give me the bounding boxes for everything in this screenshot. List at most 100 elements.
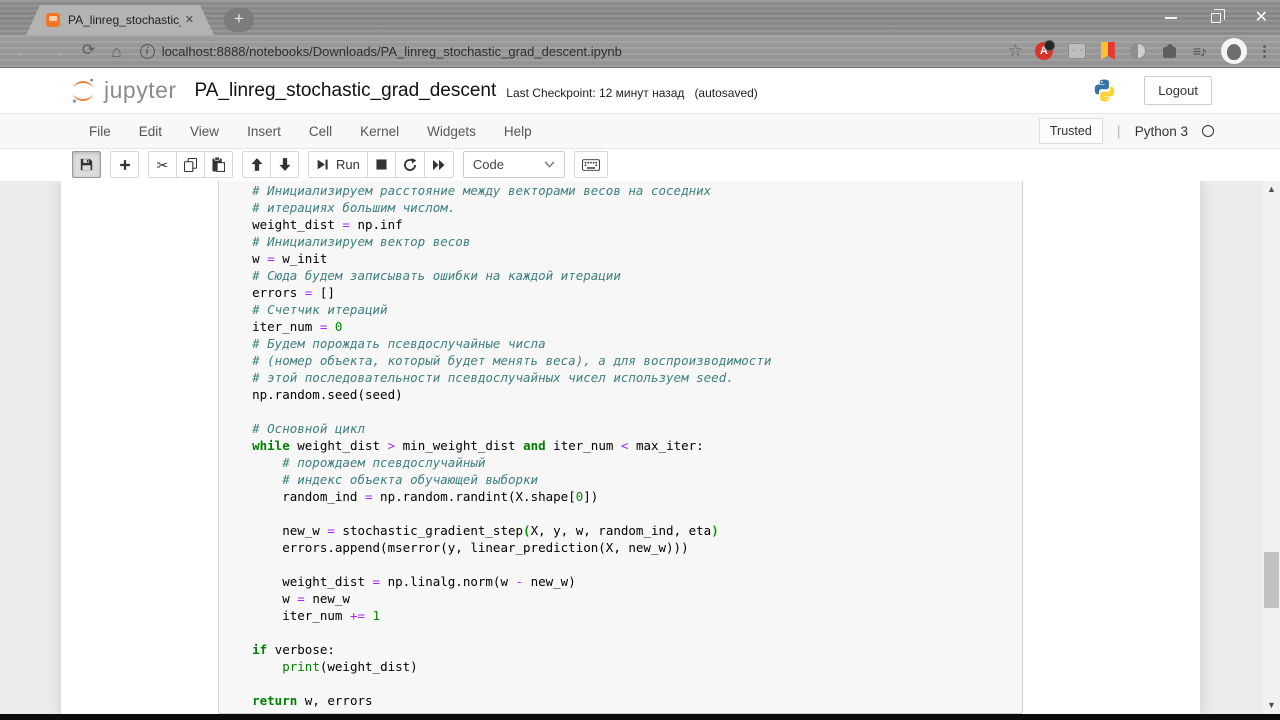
code-line[interactable] <box>222 556 1018 573</box>
code-line[interactable]: w = w_init <box>222 250 1018 267</box>
code-line[interactable]: iter_num += 1 <box>222 607 1018 624</box>
restart-icon <box>403 157 417 171</box>
url-text[interactable]: localhost:8888/notebooks/Downloads/PA_li… <box>162 44 622 59</box>
adblock-extension-icon[interactable]: A <box>1034 40 1055 60</box>
copy-cell-button[interactable] <box>176 151 205 178</box>
browser-tab[interactable]: PA_linreg_stochastic_grad_descen ✕ <box>26 5 214 35</box>
arrow-down-icon <box>278 158 291 171</box>
jupyter-logo[interactable]: jupyter <box>68 76 177 106</box>
window-close-icon[interactable]: ✕ <box>1255 9 1268 26</box>
code-line[interactable]: # Сюда будем записывать ошибки на каждой… <box>222 267 1018 284</box>
notebook-site[interactable]: # Инициализируем расстояние между вектор… <box>0 181 1280 714</box>
code-line[interactable]: # этой последовательности псевдослучайны… <box>222 369 1018 386</box>
code-line[interactable]: # порождаем псевдослучайный <box>222 454 1018 471</box>
menu-item-cell[interactable]: Cell <box>295 124 346 139</box>
move-cell-down-button[interactable] <box>270 151 299 178</box>
save-button[interactable] <box>72 151 101 178</box>
code-line[interactable]: np.random.seed(seed) <box>222 386 1018 403</box>
restart-kernel-button[interactable] <box>394 151 425 178</box>
menu-item-kernel[interactable]: Kernel <box>346 124 413 139</box>
restore-icon[interactable] <box>1210 8 1225 23</box>
minimize-icon[interactable] <box>1164 16 1177 19</box>
code-line[interactable]: random_ind = np.random.randint(X.shape[0… <box>222 488 1018 505</box>
code-line[interactable]: # итерациях большим числом. <box>222 199 1018 216</box>
stop-icon <box>376 159 387 170</box>
arrow-up-icon <box>250 158 263 171</box>
forward-icon[interactable]: → <box>49 43 66 60</box>
code-line[interactable]: return w, errors <box>222 692 1018 709</box>
address-bar[interactable]: i localhost:8888/notebooks/Downloads/PA_… <box>139 43 1000 59</box>
code-line[interactable]: # Инициализируем вектор весов <box>222 233 1018 250</box>
interrupt-kernel-button[interactable] <box>366 151 396 178</box>
trusted-badge[interactable]: Trusted <box>1038 118 1103 144</box>
media-list-icon[interactable]: ≡♪ <box>1193 43 1207 59</box>
back-icon[interactable]: ← <box>14 43 31 60</box>
insert-cell-button[interactable] <box>110 151 139 178</box>
code-line[interactable] <box>222 624 1018 641</box>
code-lines[interactable]: # Инициализируем расстояние между вектор… <box>219 181 1022 711</box>
move-cell-up-button[interactable] <box>242 151 271 178</box>
code-line[interactable]: iter_num = 0 <box>222 318 1018 335</box>
code-line[interactable]: # Основной цикл <box>222 420 1018 437</box>
home-icon[interactable]: ⌂ <box>111 43 121 60</box>
code-line[interactable]: weight_dist = np.inf <box>222 216 1018 233</box>
jupyter-logo-text: jupyter <box>104 77 177 103</box>
logout-button[interactable]: Logout <box>1144 76 1212 105</box>
menu-item-help[interactable]: Help <box>490 124 546 139</box>
browser-menu-icon[interactable]: ⋮ <box>1257 42 1272 60</box>
code-line[interactable]: while weight_dist > min_weight_dist and … <box>222 437 1018 454</box>
menu-item-view[interactable]: View <box>176 124 233 139</box>
code-line[interactable]: # (номер объекта, который будет менять в… <box>222 352 1018 369</box>
cell-type-dropdown[interactable]: Code <box>462 151 565 178</box>
scrollbar-thumb[interactable] <box>1264 552 1279 608</box>
code-line[interactable] <box>222 675 1018 692</box>
menu-item-file[interactable]: File <box>75 124 125 139</box>
extension-icon-gray[interactable] <box>1067 43 1086 59</box>
reload-icon[interactable]: ⟳ <box>82 43 95 59</box>
chevron-down-icon <box>544 161 555 168</box>
paste-cell-button[interactable] <box>204 151 233 178</box>
extension-icons: A ≡♪ <box>1034 38 1247 64</box>
extensions-puzzle-icon[interactable] <box>1161 43 1178 60</box>
scrollbar-down-icon[interactable]: ▼ <box>1263 697 1280 714</box>
code-line[interactable]: # индекс объекта обучающей выборки <box>222 471 1018 488</box>
code-line[interactable]: # Будем порождать псевдослучайные числа <box>222 335 1018 352</box>
menu-item-edit[interactable]: Edit <box>125 124 176 139</box>
code-line[interactable]: new_w = stochastic_gradient_step(X, y, w… <box>222 522 1018 539</box>
command-palette-button[interactable] <box>573 151 608 178</box>
notebook-title[interactable]: PA_linreg_stochastic_grad_descent <box>195 80 497 102</box>
cell-input-area[interactable]: # Инициализируем расстояние между вектор… <box>218 181 1023 714</box>
tab-close-icon[interactable]: ✕ <box>185 15 194 26</box>
code-line[interactable]: w = new_w <box>222 590 1018 607</box>
code-line[interactable]: errors = [] <box>222 284 1018 301</box>
menu-item-insert[interactable]: Insert <box>233 124 295 139</box>
menu-item-widgets[interactable]: Widgets <box>413 124 490 139</box>
cut-cell-button[interactable]: ✂ <box>148 151 177 178</box>
code-line[interactable]: errors.append(mserror(y, linear_predicti… <box>222 539 1018 556</box>
code-line[interactable]: print(weight_dist) <box>222 658 1018 675</box>
kernel-idle-icon <box>1202 125 1214 137</box>
code-line[interactable]: if verbose: <box>222 641 1018 658</box>
code-line[interactable] <box>222 505 1018 522</box>
code-line[interactable]: # Счетчик итераций <box>222 301 1018 318</box>
new-tab-button[interactable]: + <box>224 8 254 32</box>
keyboard-icon <box>581 158 600 171</box>
browser-navbar: ← → ⟳ ⌂ i localhost:8888/notebooks/Downl… <box>0 35 1280 68</box>
halfmoon-extension-icon[interactable] <box>1129 43 1146 59</box>
browser-titlebar: PA_linreg_stochastic_grad_descen ✕ + ✕ <box>0 0 1280 35</box>
restart-run-all-button[interactable] <box>423 151 454 178</box>
bookmarks-extension-icon[interactable] <box>1100 42 1115 60</box>
bookmark-star-icon[interactable]: ☆ <box>1008 41 1023 61</box>
autosave-status: (autosaved) <box>694 85 758 100</box>
code-line[interactable]: weight_dist = np.linalg.norm(w - new_w) <box>222 573 1018 590</box>
paste-icon <box>212 157 225 172</box>
profile-avatar[interactable] <box>1221 38 1247 64</box>
scrollbar-up-icon[interactable]: ▲ <box>1263 181 1280 198</box>
code-line[interactable]: # Инициализируем расстояние между вектор… <box>222 182 1018 199</box>
site-info-icon[interactable]: i <box>139 43 155 59</box>
run-cell-button[interactable]: Run <box>308 151 368 178</box>
code-line[interactable] <box>222 403 1018 420</box>
copy-icon <box>184 157 197 172</box>
page-scrollbar[interactable]: ▲ ▼ <box>1263 181 1280 714</box>
kernel-name: Python 3 <box>1134 123 1188 139</box>
